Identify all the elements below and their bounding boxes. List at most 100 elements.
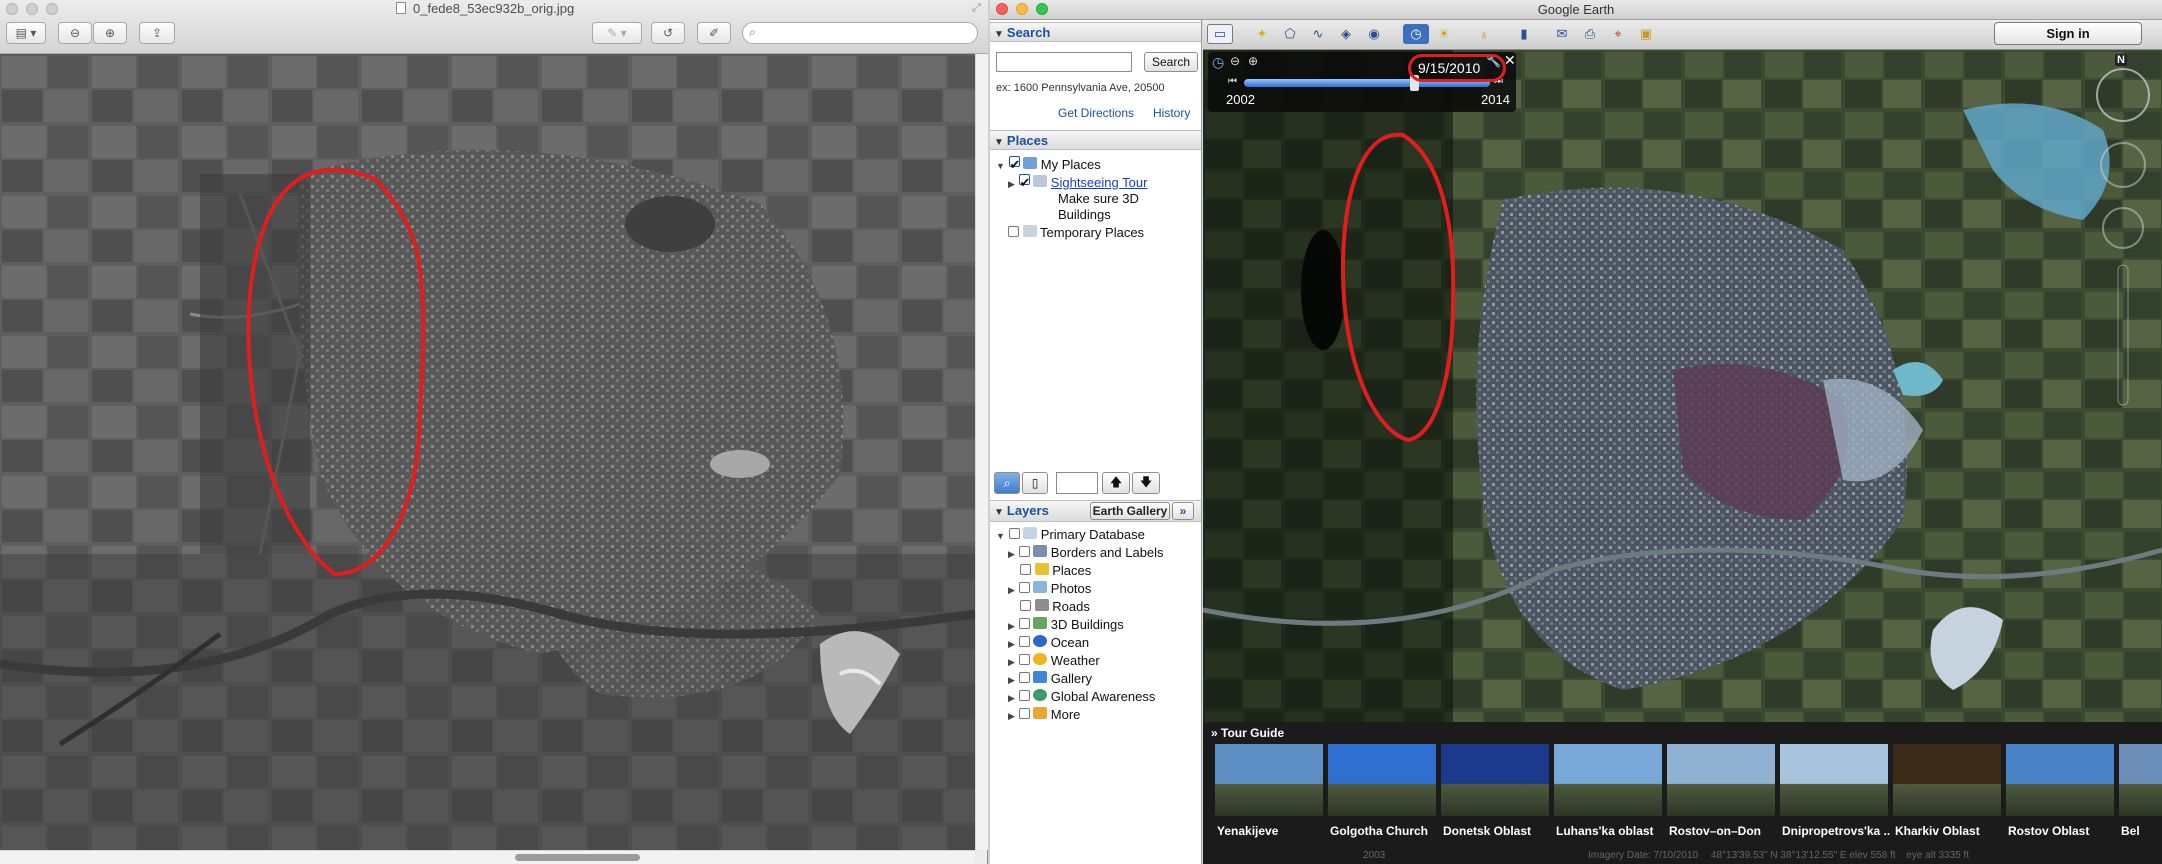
tour-thumbnail[interactable]: Dnipropetrovs'ka ... [1780, 744, 1890, 844]
zoom-window-button[interactable] [46, 3, 58, 15]
earth-gallery-button[interactable]: Earth Gallery [1090, 502, 1170, 520]
markup-toolbar-button[interactable]: ✐ [697, 22, 731, 44]
tour-guide-header[interactable]: » Tour Guide [1211, 726, 1284, 740]
checkbox[interactable] [1020, 600, 1031, 611]
checkbox[interactable] [1018, 690, 1030, 701]
sightseeing-tour-link[interactable]: Sightseeing Tour [1051, 175, 1148, 190]
tour-thumbnail-label: Golgotha Church [1330, 824, 1428, 838]
vertical-scrollbar[interactable] [975, 54, 988, 850]
close-window-button[interactable] [6, 3, 18, 15]
imagery-date: Imagery Date: 7/10/2010 [1588, 850, 1699, 861]
tour-thumbnail[interactable]: Golgotha Church [1328, 744, 1438, 844]
tour-thumbnail[interactable]: Bel [2119, 744, 2162, 844]
folder-icon [1033, 175, 1048, 187]
checkbox[interactable] [1018, 672, 1030, 683]
switch-planet-button[interactable]: ♁ [1471, 24, 1497, 44]
clock-icon[interactable]: ◷ [1212, 54, 1224, 71]
tour-thumbnail[interactable]: Kharkiv Oblast [1893, 744, 2003, 844]
add-path-button[interactable]: ∿ [1305, 24, 1331, 44]
get-directions-link[interactable]: Get Directions [1058, 106, 1134, 120]
zoom-in-button[interactable]: ⊕ [93, 22, 127, 44]
record-tour-button[interactable]: ◉ [1361, 24, 1387, 44]
earth-3d-view[interactable]: N ◷ ⊖ ⊕ 🔧 ✕ 9/15/2010 ⏮ ⏭ 2002 2014 [1203, 50, 2162, 722]
north-indicator[interactable]: N [2115, 54, 2127, 66]
search-field[interactable]: ⌕ [742, 22, 978, 44]
share-button[interactable]: ⇪ [139, 22, 175, 44]
checkbox[interactable] [1020, 564, 1031, 575]
zoom-in-icon[interactable]: ⊕ [1248, 54, 1258, 68]
move-up-button[interactable]: 🡅 [1102, 472, 1130, 494]
layer-more[interactable]: ▶ More [1008, 707, 1080, 722]
ruler-button[interactable]: ▮ [1511, 24, 1537, 44]
tour-thumbnail[interactable]: Rostov Oblast [2006, 744, 2116, 844]
layer-primary-database[interactable]: ▼ Primary Database [996, 527, 1145, 542]
minimize-window-button[interactable] [26, 3, 38, 15]
print-button[interactable]: ⎙ [1577, 24, 1603, 44]
tour-thumbnail-image [1893, 744, 2001, 816]
checkbox[interactable] [1018, 708, 1030, 719]
search-button[interactable]: Search [1144, 52, 1198, 72]
sidebar-icon: ▤ ▾ [15, 26, 37, 40]
add-image-overlay-button[interactable]: ◈ [1333, 24, 1359, 44]
checkbox[interactable] [1008, 226, 1019, 237]
tree-item-sightseeing-tour[interactable]: ▶ ✔ Sightseeing Tour [1008, 174, 1147, 190]
places-filter-input[interactable] [1056, 472, 1098, 494]
search-places-button[interactable]: ⌕ [994, 472, 1020, 494]
tour-thumbnail[interactable]: Yenakijeve [1215, 744, 1325, 844]
layer-borders-and-labels[interactable]: ▶ Borders and Labels [1008, 545, 1164, 560]
email-button[interactable]: ✉ [1549, 24, 1575, 44]
tour-thumbnail[interactable]: Rostov–on–Don [1667, 744, 1777, 844]
checkbox[interactable]: ✔ [1008, 156, 1020, 172]
checkbox[interactable]: ✔ [1018, 174, 1030, 190]
add-placemark-button[interactable]: ✦ [1249, 24, 1275, 44]
checkbox[interactable] [1018, 654, 1030, 665]
layer-3d-buildings[interactable]: ▶ 3D Buildings [1008, 617, 1124, 632]
tour-thumbnail[interactable]: Luhans'ka oblast [1554, 744, 1664, 844]
checkbox[interactable] [1018, 636, 1030, 647]
panel-toggle-button[interactable]: ▯ [1022, 472, 1048, 494]
expand-triangle-icon: ▶ [1008, 693, 1015, 703]
layer-gallery[interactable]: ▶ Gallery [1008, 671, 1092, 686]
earth-sidebar: ▼ Search Search ex: 1600 Pennsylvania Ave… [990, 20, 1202, 864]
layer-places[interactable]: Places [1020, 563, 1091, 578]
sunlight-button[interactable]: ☀ [1431, 24, 1457, 44]
sidebar-toggle-button[interactable]: ▭ [1207, 24, 1233, 44]
add-polygon-button[interactable]: ⬠ [1277, 24, 1303, 44]
zoom-out-icon[interactable]: ⊖ [1230, 54, 1240, 68]
tour-thumbnail[interactable]: Donetsk Oblast [1441, 744, 1551, 844]
red-date-annotation [1408, 54, 1506, 82]
layer-photos[interactable]: ▶ Photos [1008, 581, 1091, 596]
tour-thumbnail-label: Rostov Oblast [2008, 824, 2090, 838]
checkbox[interactable] [1018, 546, 1030, 557]
layer-weather[interactable]: ▶ Weather [1008, 653, 1100, 668]
places-panel-header[interactable]: ▼ Places [990, 130, 1201, 150]
sidebar-view-button[interactable]: ▤ ▾ [6, 22, 46, 44]
rotate-button[interactable]: ↺ [651, 22, 685, 44]
search-input[interactable] [996, 52, 1132, 72]
history-link[interactable]: History [1153, 106, 1190, 120]
move-down-button[interactable]: 🡇 [1132, 472, 1160, 494]
markup-pen-button[interactable]: ✎ ▾ [592, 22, 642, 44]
layer-global-awareness[interactable]: ▶ Global Awareness [1008, 689, 1155, 704]
historical-imagery-button[interactable]: ◷ [1403, 24, 1429, 44]
sign-in-button[interactable]: Sign in [1994, 22, 2142, 45]
gallery-more-button[interactable]: » [1172, 502, 1194, 520]
layer-ocean[interactable]: ▶ Ocean [1008, 635, 1089, 650]
zoom-out-button[interactable]: ⊖ [58, 22, 92, 44]
tree-item-temporary-places[interactable]: Temporary Places [1008, 225, 1144, 240]
step-back-icon[interactable]: ⏮ [1228, 76, 1237, 87]
checkbox[interactable] [1018, 618, 1030, 629]
horizontal-scrollbar[interactable] [0, 850, 975, 864]
overlay-icon: ◈ [1341, 26, 1351, 41]
checkbox[interactable] [1008, 528, 1020, 539]
gallery-upload-button[interactable]: ▣ [1633, 24, 1659, 44]
expand-triangle-icon: ▼ [996, 161, 1005, 171]
layer-roads[interactable]: Roads [1020, 599, 1090, 614]
ruler-icon: ▮ [1520, 26, 1528, 41]
fullscreen-icon[interactable]: ⤢ [972, 2, 981, 15]
scroll-thumb[interactable] [515, 854, 640, 861]
view-in-maps-button[interactable]: ⌖ [1605, 24, 1631, 44]
search-panel-header[interactable]: ▼ Search [990, 22, 1201, 42]
checkbox[interactable] [1018, 582, 1030, 593]
tree-item-my-places[interactable]: ▼ ✔ My Places [996, 156, 1101, 172]
